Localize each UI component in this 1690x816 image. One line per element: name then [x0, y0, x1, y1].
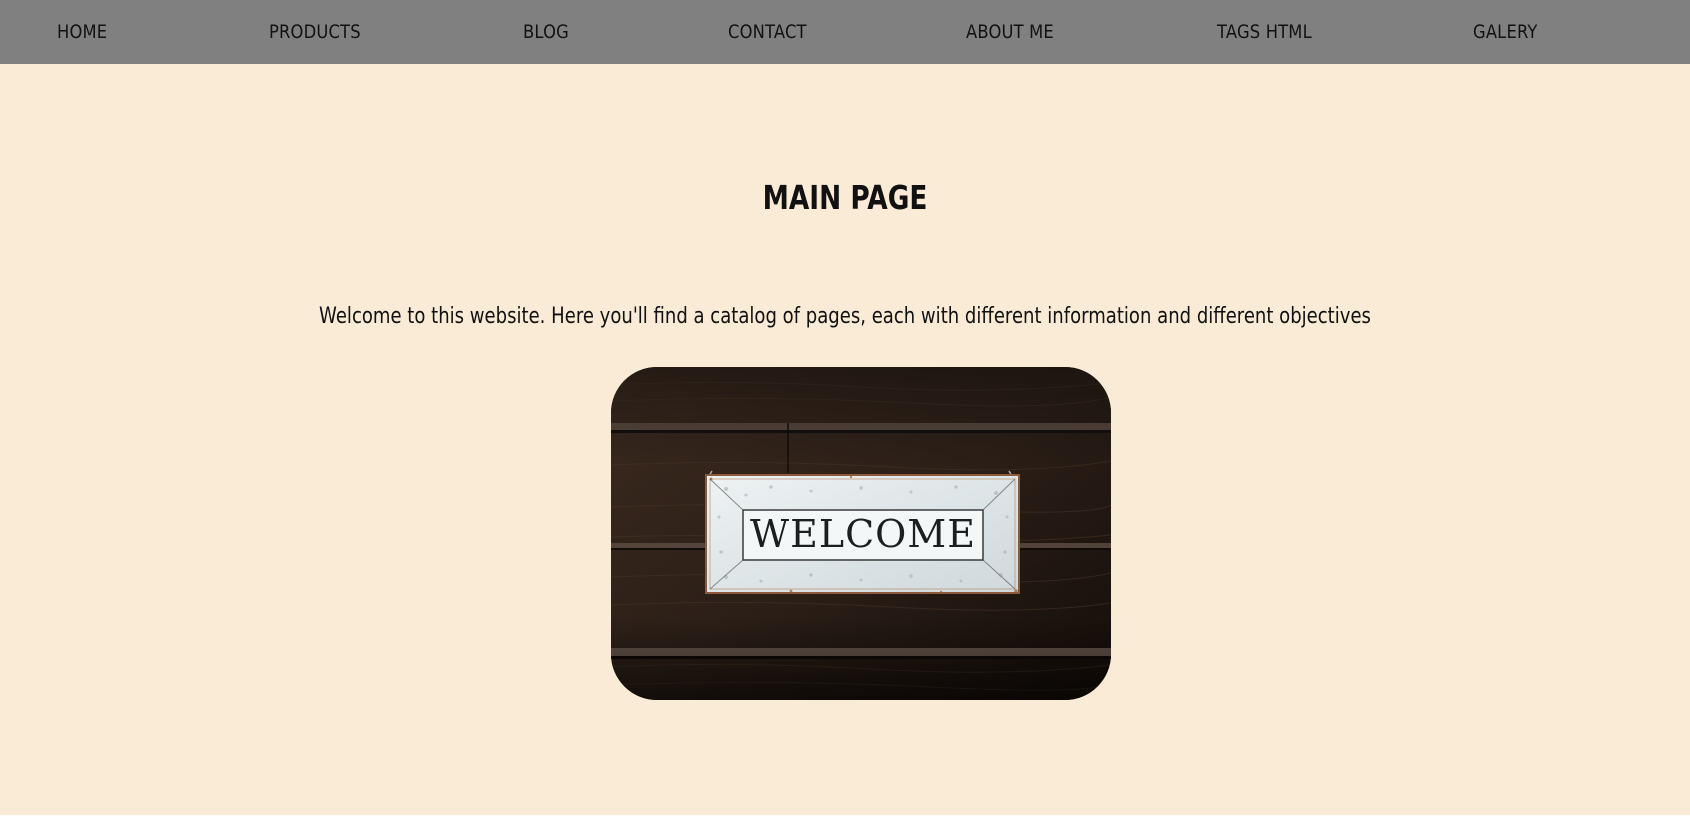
sign-text: WELCOME — [750, 512, 976, 556]
welcome-sign-image: WELCOME — [611, 367, 1111, 700]
welcome-sign-illustration: WELCOME — [611, 367, 1111, 700]
nav-link-galery[interactable]: GALERY — [1473, 0, 1538, 64]
nav-link-about-me[interactable]: ABOUT ME — [966, 0, 1054, 64]
nav-link-contact[interactable]: CONTACT — [728, 0, 807, 64]
top-navbar: HOME PRODUCTS BLOG CONTACT ABOUT ME TAGS… — [0, 0, 1690, 64]
intro-text: Welcome to this website. Here you'll fin… — [319, 304, 1371, 329]
main-content: MAIN PAGE Welcome to this website. Here … — [0, 64, 1690, 815]
nav-link-tags-html[interactable]: TAGS HTML — [1217, 0, 1312, 64]
page-title: MAIN PAGE — [762, 178, 928, 217]
nav-link-products[interactable]: PRODUCTS — [269, 0, 361, 64]
nav-link-home[interactable]: HOME — [57, 0, 107, 64]
nav-link-blog[interactable]: BLOG — [523, 0, 569, 64]
page: HOME PRODUCTS BLOG CONTACT ABOUT ME TAGS… — [0, 0, 1690, 816]
